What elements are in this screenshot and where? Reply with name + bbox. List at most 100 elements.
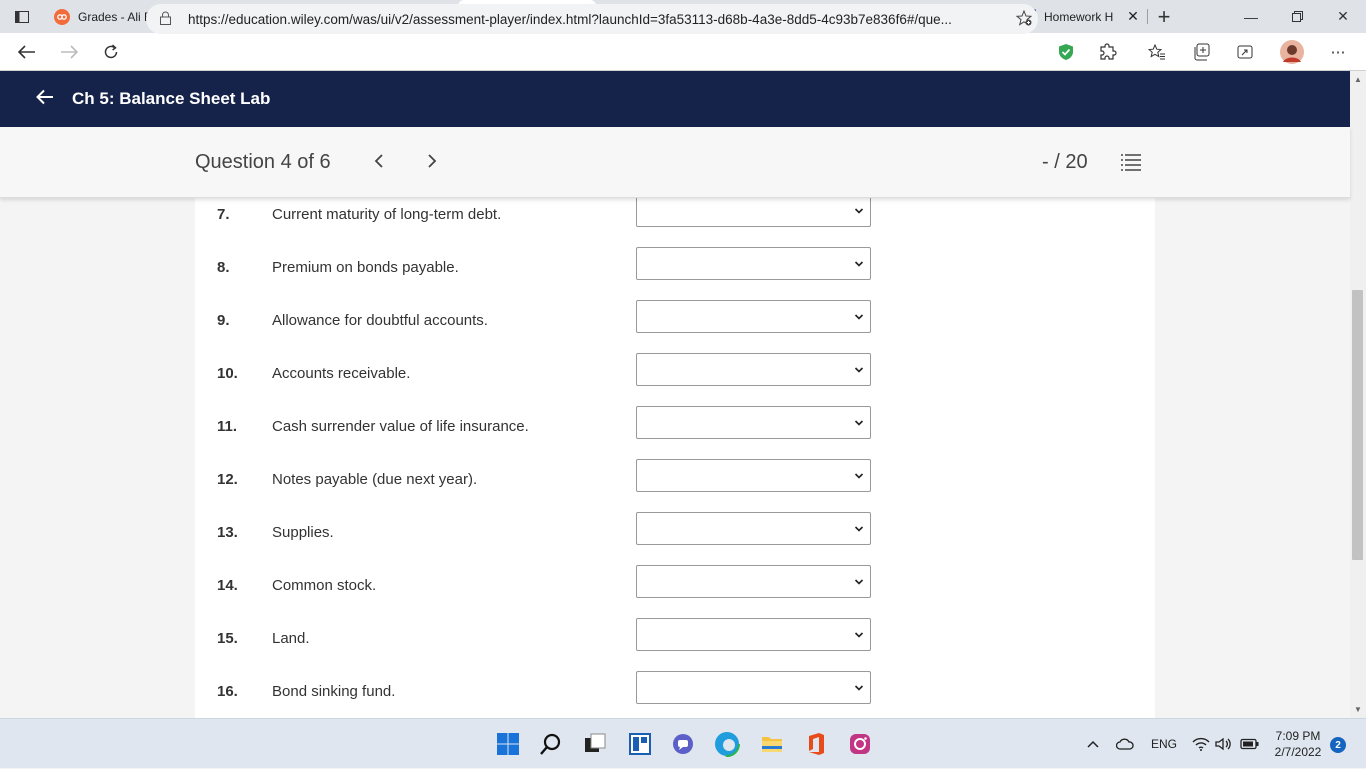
notification-badge[interactable]: 2 <box>1330 737 1346 753</box>
scroll-down-icon[interactable]: ▼ <box>1354 705 1362 714</box>
new-tab-button[interactable]: + <box>1148 0 1180 33</box>
clock-date: 2/7/2022 <box>1274 745 1322 759</box>
score-display: - / 20 <box>1042 151 1088 173</box>
share-icon[interactable] <box>1225 33 1265 71</box>
file-explorer-icon[interactable] <box>757 729 787 759</box>
chevron-down-icon <box>854 203 864 214</box>
item-label: Current maturity of long-term debt. <box>272 206 502 223</box>
classification-dropdown[interactable] <box>636 565 871 598</box>
teams-chat-icon[interactable] <box>668 729 698 759</box>
question-row: 16. Bond sinking fund. <box>195 671 1155 718</box>
collections-icon[interactable] <box>1182 33 1222 71</box>
previous-question-button[interactable] <box>373 149 385 175</box>
page-scrollbar[interactable]: ▲ ▼ <box>1350 71 1366 718</box>
question-card: 7. Current maturity of long-term debt. 8. P… <box>195 198 1155 718</box>
item-number: 8. <box>217 259 230 276</box>
add-favorite-icon[interactable] <box>1010 9 1038 29</box>
page-title: Ch 5: Balance Sheet Lab <box>72 89 271 108</box>
tab-actions-button[interactable] <box>0 0 44 33</box>
item-number: 10. <box>217 365 238 382</box>
question-list-icon[interactable] <box>1120 152 1142 172</box>
clock-time: 7:09 PM <box>1275 729 1321 743</box>
item-label: Accounts receivable. <box>272 365 411 382</box>
search-icon[interactable] <box>536 729 566 759</box>
language-indicator[interactable]: ENG <box>1151 719 1177 769</box>
back-button[interactable] <box>6 33 48 71</box>
url-field[interactable]: https://education.wiley.com/was/ui/v2/as… <box>146 4 1038 34</box>
favorites-icon[interactable] <box>1137 33 1177 71</box>
wifi-icon[interactable] <box>1192 719 1210 769</box>
scroll-up-icon[interactable]: ▲ <box>1354 75 1362 84</box>
lock-icon <box>160 11 174 28</box>
item-number: 15. <box>217 630 238 647</box>
volume-icon[interactable] <box>1215 719 1233 769</box>
forward-arrow-icon <box>61 44 78 59</box>
chevron-down-icon <box>854 256 864 267</box>
restore-button[interactable] <box>1274 0 1320 33</box>
item-number: 13. <box>217 524 238 541</box>
tab-actions-icon <box>15 10 29 23</box>
item-number: 9. <box>217 312 230 329</box>
more-menu-icon[interactable]: ⋯ <box>1318 33 1358 71</box>
classification-dropdown[interactable] <box>636 198 871 227</box>
item-label: Bond sinking fund. <box>272 683 396 700</box>
battery-icon[interactable] <box>1240 719 1260 769</box>
item-label: Land. <box>272 630 310 647</box>
tab-title: Grades - Ali E <box>78 9 153 24</box>
office-icon[interactable] <box>801 729 831 759</box>
tab-title: Homework H <box>1044 9 1114 24</box>
url-text: https://education.wiley.com/was/ui/v2/as… <box>188 11 952 27</box>
profile-avatar[interactable] <box>1272 33 1312 71</box>
chevron-down-icon <box>854 521 864 532</box>
task-view-icon[interactable] <box>580 729 610 759</box>
classification-dropdown[interactable] <box>636 671 871 704</box>
item-number: 11. <box>217 418 238 435</box>
shield-extension-icon[interactable] <box>1046 33 1086 71</box>
onedrive-icon[interactable] <box>1116 719 1134 769</box>
content-viewport: 7. Current maturity of long-term debt. 8. P… <box>0 198 1350 718</box>
grades-icon <box>54 8 70 25</box>
chevron-right-icon <box>428 154 437 168</box>
restore-icon <box>1291 11 1303 22</box>
classification-dropdown[interactable] <box>636 247 871 280</box>
chevron-down-icon <box>854 574 864 585</box>
refresh-icon <box>104 43 118 58</box>
item-label: Premium on bonds payable. <box>272 259 459 276</box>
back-arrow-icon[interactable] <box>36 88 60 111</box>
item-number: 14. <box>217 577 238 594</box>
classification-dropdown[interactable] <box>636 512 871 545</box>
chevron-down-icon <box>854 362 864 373</box>
forward-button[interactable] <box>48 33 90 71</box>
close-window-button[interactable]: ✕ <box>1320 0 1366 33</box>
item-number: 7. <box>217 206 230 223</box>
minimize-button[interactable]: — <box>1228 0 1274 33</box>
chevron-left-icon <box>374 154 383 168</box>
item-label: Common stock. <box>272 577 377 594</box>
edge-browser-icon[interactable] <box>712 729 742 759</box>
system-clock[interactable]: 7:09 PM 2/7/2022 <box>1266 728 1330 760</box>
refresh-button[interactable] <box>90 33 132 71</box>
instagram-icon[interactable] <box>845 729 875 759</box>
classification-dropdown[interactable] <box>636 300 871 333</box>
item-label: Allowance for doubtful accounts. <box>272 312 488 329</box>
item-number: 16. <box>217 683 238 700</box>
next-question-button[interactable] <box>426 149 438 175</box>
scrollbar-thumb[interactable] <box>1352 290 1363 560</box>
item-label: Supplies. <box>272 524 334 541</box>
classification-dropdown[interactable] <box>636 618 871 651</box>
tab-close-icon[interactable]: ✕ <box>1126 8 1140 25</box>
chevron-down-icon <box>854 309 864 320</box>
chevron-down-icon <box>854 627 864 638</box>
extensions-icon[interactable] <box>1088 33 1128 71</box>
app-header: Ch 5: Balance Sheet Lab <box>0 71 1366 127</box>
classification-dropdown[interactable] <box>636 459 871 492</box>
item-label: Cash surrender value of life insurance. <box>272 418 529 435</box>
widgets-icon[interactable] <box>625 729 655 759</box>
chevron-down-icon <box>854 468 864 479</box>
item-number: 12. <box>217 471 238 488</box>
windows-start-icon[interactable] <box>493 729 523 759</box>
chevron-down-icon <box>854 415 864 426</box>
classification-dropdown[interactable] <box>636 353 871 386</box>
classification-dropdown[interactable] <box>636 406 871 439</box>
tray-overflow-icon[interactable] <box>1086 719 1100 769</box>
